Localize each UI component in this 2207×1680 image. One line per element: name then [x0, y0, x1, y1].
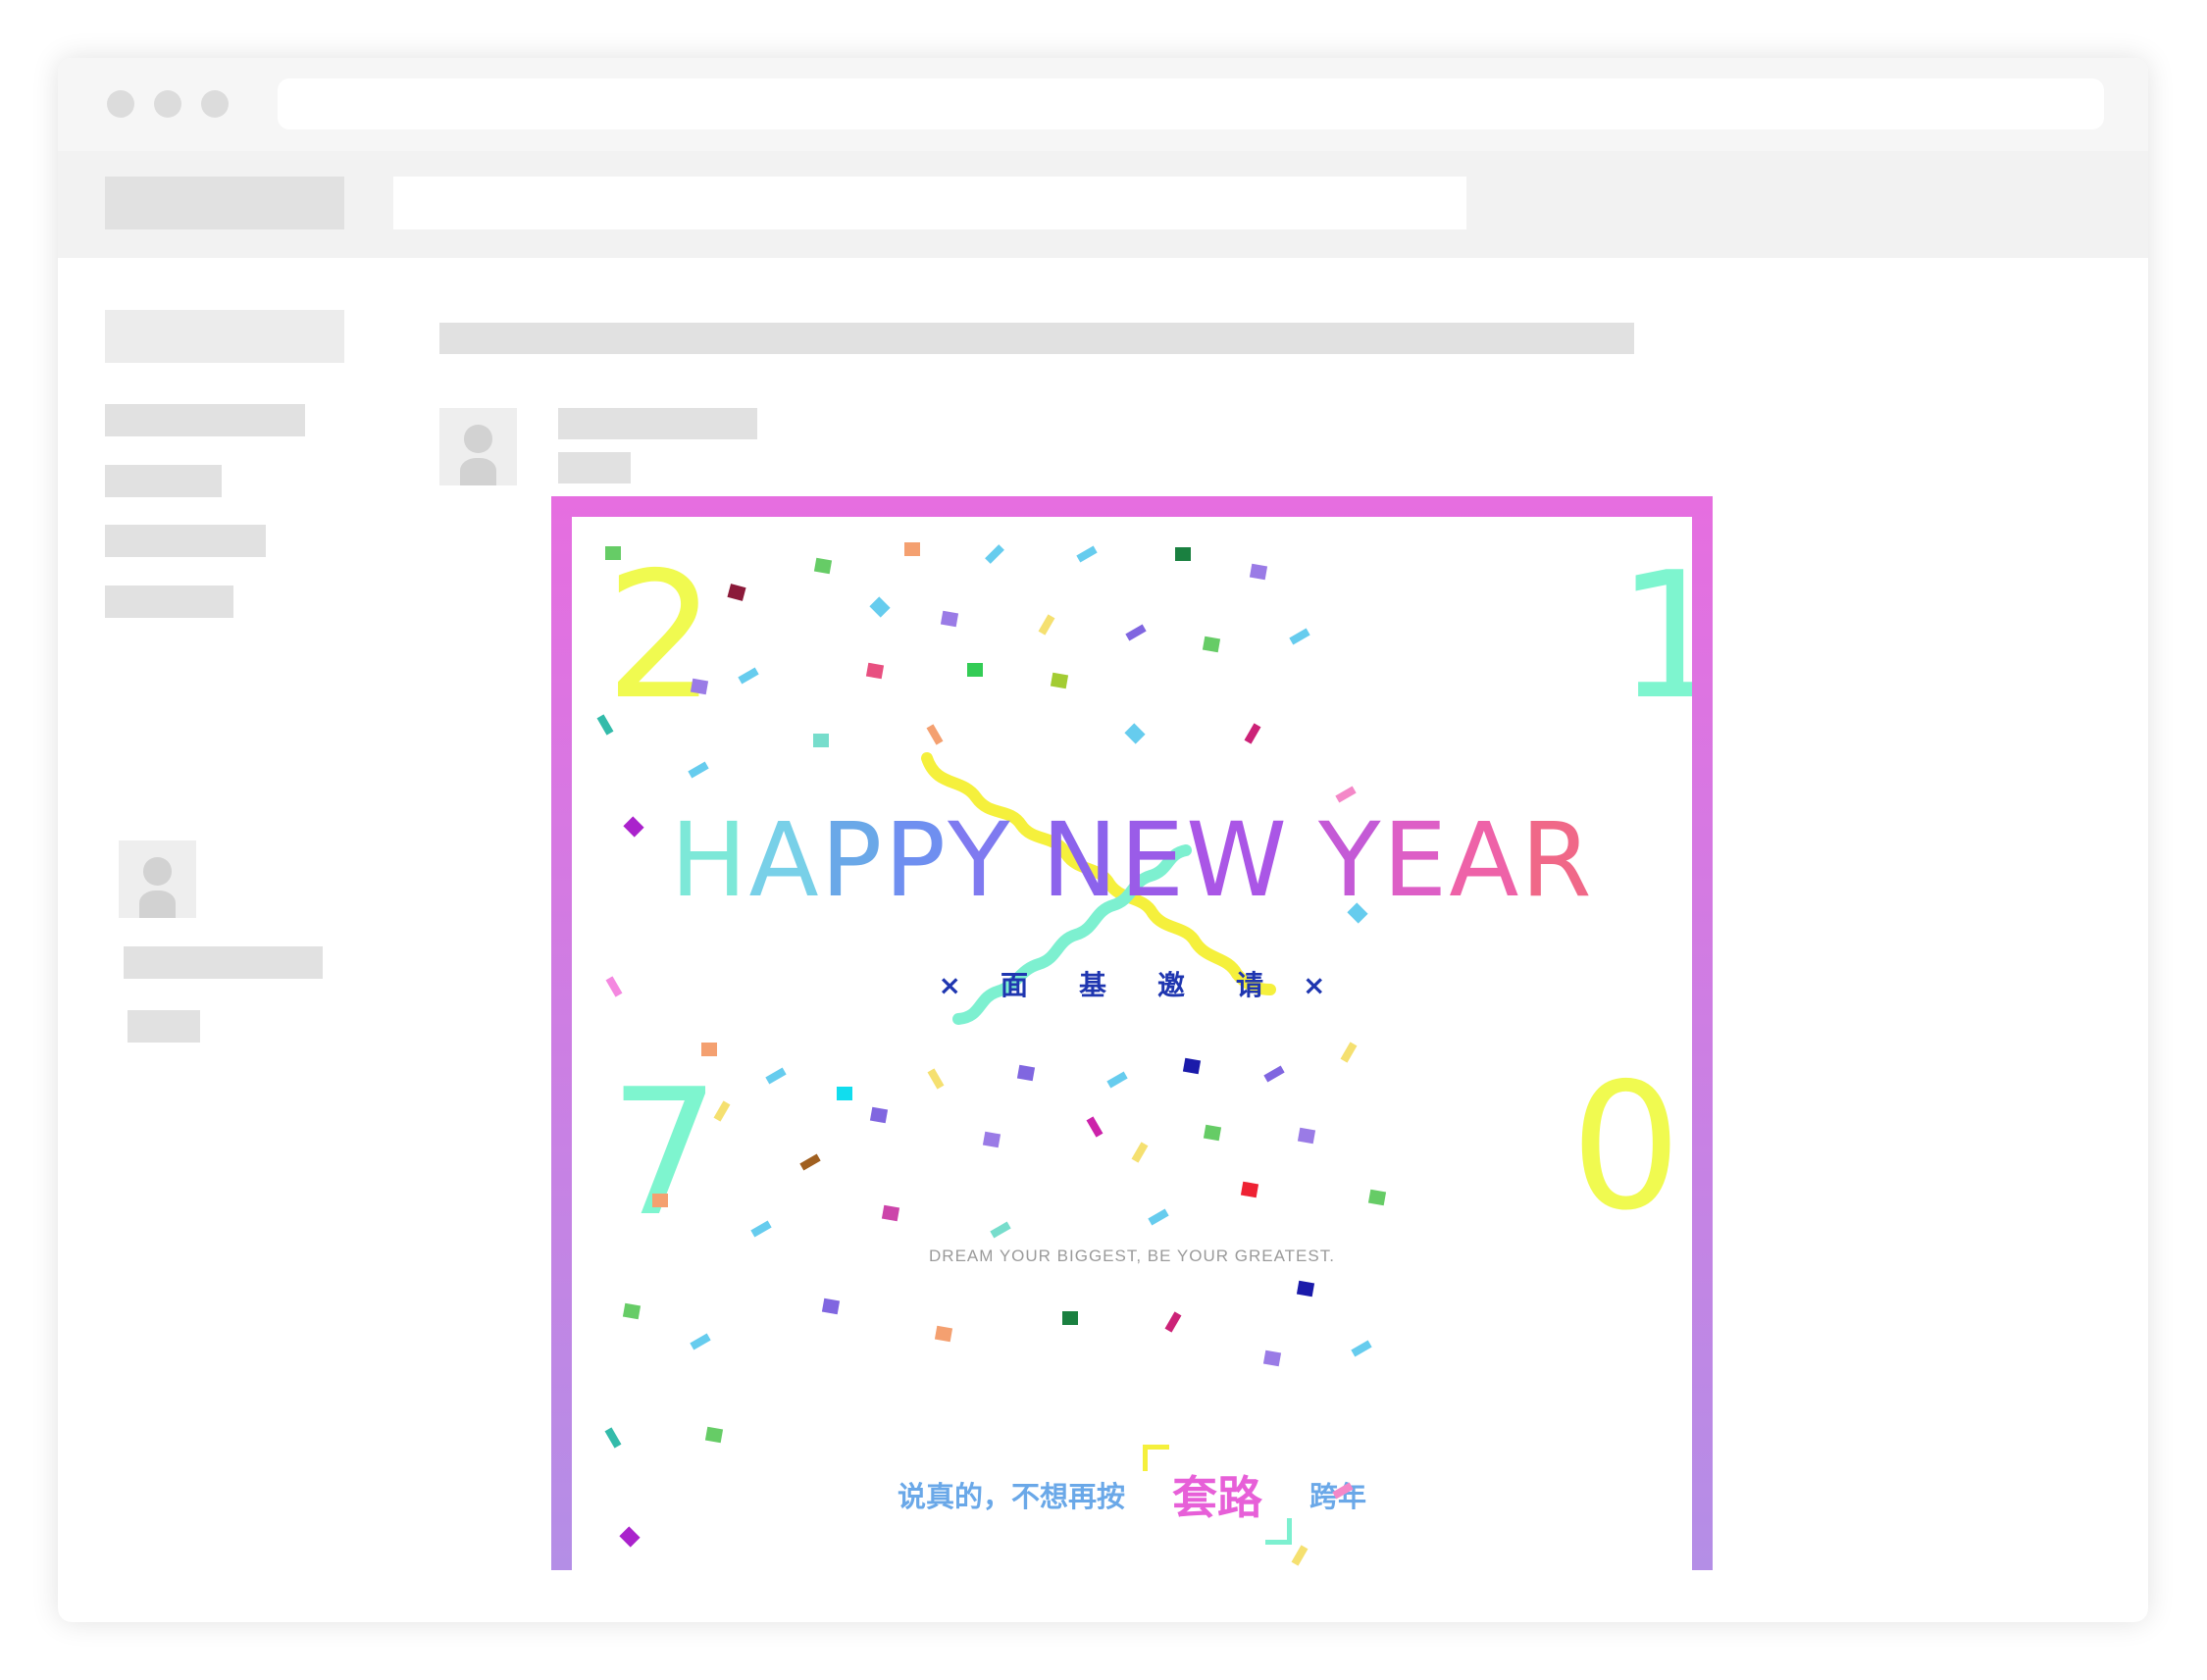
confetti-piece	[605, 546, 621, 560]
confetti-piece	[1240, 1181, 1259, 1198]
tagline: DREAM YOUR BIGGEST, BE YOUR GREATEST.	[929, 1247, 1335, 1265]
window-minimize-dot[interactable]	[154, 90, 181, 118]
confetti-piece	[1296, 1280, 1315, 1298]
confetti-piece	[622, 1302, 642, 1320]
confetti-piece	[1062, 1311, 1078, 1325]
toolbar	[58, 151, 2148, 258]
closing-line: 说真的，不想再按套路跨年	[572, 1445, 1692, 1545]
sender-detail-placeholder	[558, 452, 631, 484]
confetti-piece	[869, 1106, 889, 1124]
confetti-piece	[813, 734, 829, 747]
title-letter: R	[1520, 800, 1594, 920]
title-letter: Y	[1318, 800, 1383, 920]
confetti-piece	[1297, 1127, 1316, 1145]
cross-mark: ×	[1303, 969, 1326, 1001]
invitation-body: 2 1 7 0 HAPPY NEW YEAR × 面基邀请 × DREAM YOUR B…	[572, 517, 1692, 1570]
confetti-piece	[940, 610, 959, 628]
confetti-piece	[865, 662, 885, 680]
title-letter: W	[1186, 800, 1289, 920]
closing-highlight: 套路	[1143, 1445, 1292, 1545]
highlight-text: 套路	[1172, 1471, 1262, 1524]
confetti-piece	[1262, 1349, 1282, 1367]
contact-detail-placeholder	[128, 1010, 200, 1043]
email-subject-placeholder	[439, 323, 1634, 354]
subtitle-char: 邀	[1157, 969, 1186, 1001]
subtitle-char: 面	[1000, 969, 1028, 1001]
sidebar-item-placeholder[interactable]	[105, 465, 222, 497]
year-digit-2: 2	[605, 535, 717, 738]
subtitle-char: 请	[1236, 969, 1264, 1001]
sidebar-item-placeholder[interactable]	[105, 525, 266, 557]
window-close-dot[interactable]	[107, 90, 134, 118]
avatar-icon	[439, 408, 517, 485]
confetti-piece	[1202, 636, 1221, 653]
title-letter: N	[1041, 800, 1120, 920]
confetti-piece	[982, 1131, 1001, 1148]
sidebar-item-placeholder[interactable]	[105, 404, 305, 436]
confetti-piece	[690, 678, 709, 695]
confetti-piece	[1249, 563, 1268, 581]
confetti-piece	[652, 1194, 668, 1207]
confetti-piece	[1182, 1057, 1202, 1075]
toolbar-logo-placeholder	[105, 177, 344, 229]
confetti-piece	[1203, 1124, 1222, 1142]
title-letter: A	[748, 800, 821, 920]
confetti-piece	[1367, 1189, 1387, 1206]
confetti-piece	[881, 1204, 900, 1222]
confetti-piece	[1175, 547, 1191, 561]
confetti-piece	[904, 542, 920, 556]
title-letter: E	[1119, 800, 1187, 920]
closing-prefix: 说真的，不想再按	[897, 1480, 1125, 1513]
toolbar-search-placeholder[interactable]	[393, 177, 1466, 229]
address-bar[interactable]	[278, 78, 2104, 129]
title-letter: Y	[948, 800, 1012, 920]
year-digit-1: 1	[1617, 535, 1692, 738]
title-letter: H	[670, 800, 749, 920]
confetti-piece	[704, 1426, 724, 1444]
contact-name-placeholder	[124, 946, 323, 979]
avatar-icon	[119, 840, 196, 918]
email-invitation-card: 2 1 7 0 HAPPY NEW YEAR × 面基邀请 × DREAM YOUR B…	[551, 496, 1713, 1570]
sidebar-compose-placeholder[interactable]	[105, 310, 344, 363]
confetti-piece	[837, 1087, 852, 1100]
cross-mark: ×	[938, 969, 961, 1001]
confetti-piece	[934, 1325, 953, 1343]
confetti-piece	[1050, 672, 1069, 689]
title-letter: A	[1449, 800, 1521, 920]
subtitle-char: 基	[1078, 969, 1106, 1001]
title-letter: P	[820, 800, 885, 920]
confetti-piece	[701, 1043, 717, 1056]
title-letter: P	[884, 800, 949, 920]
confetti-piece	[1016, 1064, 1036, 1082]
confetti-piece	[967, 663, 983, 677]
sender-name-placeholder	[558, 408, 757, 439]
year-digit-7: 7	[609, 1051, 721, 1254]
happy-new-year-title: HAPPY NEW YEAR	[572, 809, 1692, 911]
sidebar-item-placeholder[interactable]	[105, 585, 233, 618]
confetti-piece	[813, 557, 833, 575]
confetti-piece	[821, 1298, 841, 1315]
title-bar	[58, 58, 2148, 151]
year-digit-0: 0	[1570, 1045, 1682, 1248]
window-maximize-dot[interactable]	[201, 90, 229, 118]
invitation-subtitle: × 面 基 邀 请 ×	[572, 964, 1692, 1003]
title-letter: E	[1382, 800, 1450, 920]
